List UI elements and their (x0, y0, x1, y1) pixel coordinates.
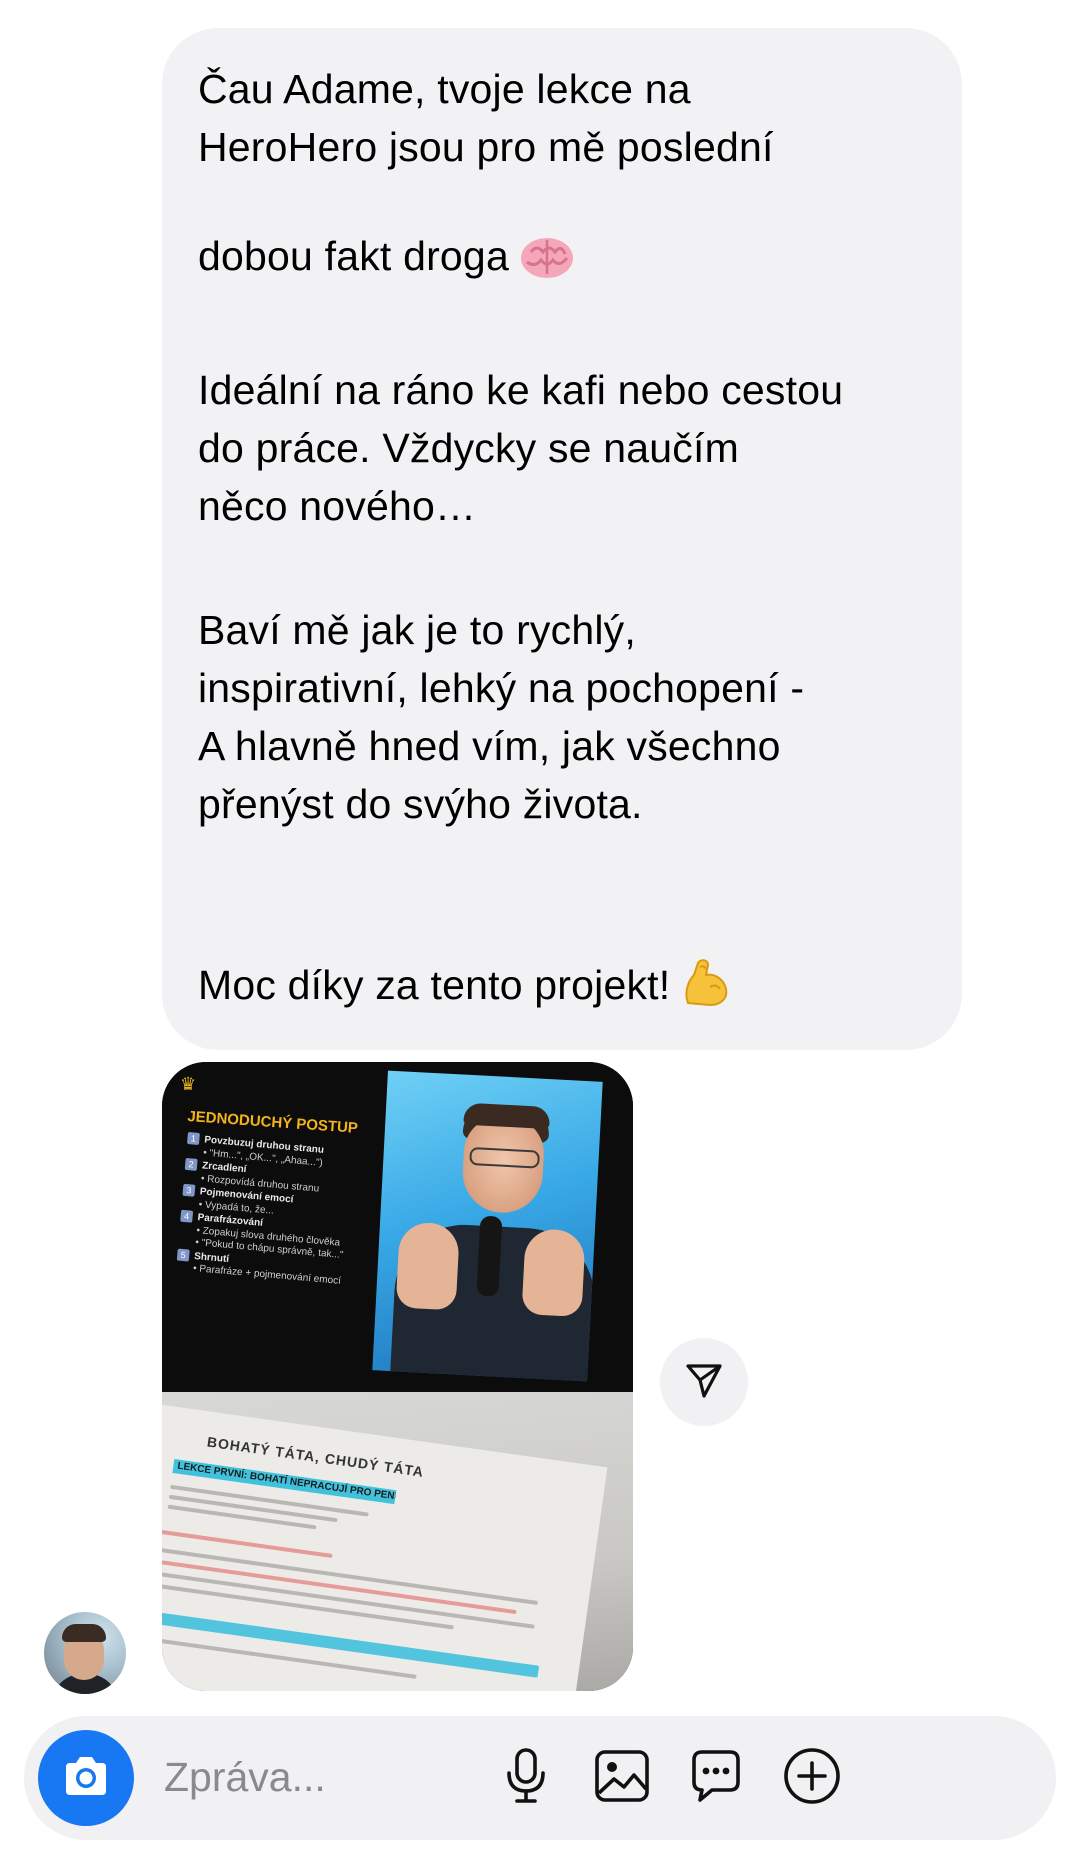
presenter-hand-left (395, 1221, 461, 1311)
sticker-chat-button[interactable] (684, 1746, 748, 1810)
plus-circle-icon (783, 1747, 841, 1810)
flexed-biceps-emoji (680, 899, 732, 1024)
gallery-icon (594, 1749, 650, 1808)
crown-icon: ♛ (180, 1074, 197, 1094)
presenter-glasses (469, 1146, 541, 1169)
camera-icon (62, 1755, 110, 1802)
message-paragraph-4: Moc díky za tento projekt! (198, 899, 926, 1024)
book-pages: BOHATÝ TÁTA, CHUDÝ TÁTA LEKCE PRVNÍ: BOH… (162, 1392, 633, 1691)
laptop-screen: ♛ JEDNODUCHÝ POSTUP 1 Povzbuzuj druhou st… (162, 1062, 633, 1407)
image-attachment[interactable]: ♛ JEDNODUCHÝ POSTUP 1 Povzbuzuj druhou st… (162, 1062, 633, 1691)
presenter-video (372, 1070, 603, 1382)
sticker-chat-icon (688, 1748, 744, 1809)
avatar[interactable] (44, 1612, 126, 1694)
message-input[interactable]: Zpráva... (164, 1752, 326, 1802)
brain-emoji (519, 176, 575, 295)
presenter-hand-right (521, 1228, 586, 1318)
message-paragraph-2: Ideální na ráno ke kafi nebo cestou do p… (198, 367, 844, 529)
camera-button[interactable] (38, 1730, 134, 1826)
message-bubble[interactable]: Čau Adame, tvoje lekce na HeroHero jsou … (162, 28, 962, 1142)
microphone-prop (476, 1215, 503, 1297)
slide-list: 1 Povzbuzuj druhou stranu • "Hm...", „OK.… (176, 1132, 378, 1291)
message-composer: Zpráva... (24, 1716, 1056, 1840)
slide-title: JEDNODUCHÝ POSTUP (186, 1108, 359, 1137)
presenter-hair-top (463, 1102, 551, 1130)
send-icon (684, 1360, 724, 1405)
book-page: BOHATÝ TÁTA, CHUDÝ TÁTA LEKCE PRVNÍ: BOH… (162, 1402, 608, 1691)
microphone-button[interactable] (494, 1746, 558, 1810)
text-line (162, 1557, 517, 1615)
add-button[interactable] (780, 1746, 844, 1810)
message-paragraph-3: Baví mě jak je to rychlý, inspirativní, … (198, 607, 805, 827)
microphone-icon (503, 1747, 549, 1810)
message-paragraph-1: Čau Adame, tvoje lekce na HeroHero jsou … (198, 60, 926, 295)
gallery-button[interactable] (590, 1746, 654, 1810)
share-button[interactable] (660, 1338, 748, 1426)
